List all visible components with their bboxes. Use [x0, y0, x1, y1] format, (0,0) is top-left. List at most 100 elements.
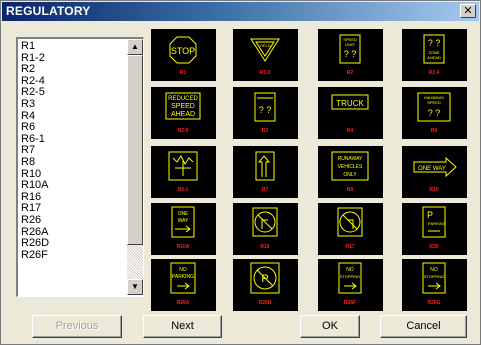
sign-listbox[interactable]: R1 R1-2 R2 R2-4 R2-5 R3 R4 R6 R6-1 R7 R8 R10 R10A R16…	[16, 37, 144, 297]
cancel-button[interactable]: Cancel	[380, 315, 467, 338]
sign-preview-icon: REDUCEDSPEEDAHEAD R2-5	[165, 92, 201, 134]
list-item[interactable]: R1	[20, 41, 128, 53]
sign-tile-arrow-up[interactable]: R7	[233, 146, 298, 198]
sign-caption: R26G	[427, 300, 440, 306]
sign-text: PARKING	[428, 221, 446, 226]
ok-button[interactable]: OK	[300, 315, 360, 338]
sign-tile-no-p[interactable]: P R26D	[233, 259, 298, 311]
sign-text: STOPPING	[424, 274, 445, 279]
list-item[interactable]: R26	[20, 214, 128, 227]
sign-tile-no-parking[interactable]: NO PARKING R26A	[151, 259, 216, 311]
sign-caption: R16	[260, 244, 269, 250]
sign-tile-truck[interactable]: TRUCK R4	[318, 87, 383, 139]
sign-caption: R4	[347, 128, 354, 134]
sign-tile-speed-limit[interactable]: SPEED LIMIT? ? R2	[318, 29, 383, 81]
scroll-thumb[interactable]	[127, 55, 143, 245]
list-item[interactable]: R6	[20, 122, 128, 134]
sign-tile-stopping-2[interactable]: NO STOPPING R26G	[402, 259, 467, 311]
sign-list[interactable]: R1 R1-2 R2 R2-4 R2-5 R3 R4 R6 R6-1 R7 R8 R10 R10A R16…	[20, 41, 128, 295]
sign-caption: R26D	[259, 300, 272, 306]
sign-preview-icon: RUNAWAY VEHICLES ONLY R8	[331, 151, 369, 193]
sign-text: REDUCED	[168, 96, 198, 102]
sign-preview-icon: NOPARKING R26A	[170, 262, 196, 306]
sign-text: AHEAD	[427, 55, 441, 60]
sign-tile-stopping[interactable]: NO STOPPING R26F	[318, 259, 383, 311]
list-item[interactable]: R3	[20, 98, 128, 111]
sign-text: AHEAD	[171, 111, 195, 118]
sign-tile-reduced[interactable]: REDUCED SPEED AHEAD R2-5	[151, 87, 216, 139]
sign-tile-runaway[interactable]: RUNAWAY VEHICLES ONLY R8	[318, 146, 383, 198]
sign-caption: R1-2	[260, 70, 271, 76]
sign-preview-icon: PPARKING R26	[422, 206, 446, 250]
sign-caption: R2-4	[429, 70, 440, 76]
sign-preview-icon: SPEEDLIMIT? ?R2	[339, 34, 361, 76]
sign-text: NO	[179, 267, 187, 273]
sign-tile-no-turn-2[interactable]: R17	[318, 203, 383, 255]
sign-text: NO	[346, 267, 354, 273]
sign-text: STOPPING	[340, 274, 361, 279]
sign-text: PARKING	[172, 274, 194, 280]
sign-tile-yield[interactable]: YIELD R1-2	[233, 29, 298, 81]
sign-preview-icon: ? ? R3	[254, 92, 276, 134]
sign-caption: R26F	[344, 300, 356, 306]
sign-caption: R2-5	[178, 128, 189, 134]
sign-preview-icon: STOP R1	[169, 36, 197, 76]
sign-tile-parking[interactable]: P PARKING R26	[402, 203, 467, 255]
sign-preview-icon: R16	[252, 207, 278, 250]
sign-caption: R26A	[177, 300, 190, 306]
sign-tile-no-turn-1[interactable]: R16	[233, 203, 298, 255]
list-scrollbar[interactable]: ▲ ▼	[127, 39, 143, 295]
scroll-up-button[interactable]: ▲	[127, 39, 143, 55]
next-button[interactable]: Next	[143, 315, 222, 338]
sign-preview-icon: MAXIMUMSPEED? ?R6	[417, 92, 451, 134]
sign-preview-icon: NOSTOPPING R26G	[422, 262, 446, 306]
sign-caption: R10A	[177, 244, 190, 250]
title-bar[interactable]: REGULATORY ✕	[2, 2, 479, 21]
list-item[interactable]: R26D	[20, 237, 128, 250]
sign-tile-one-way-arrow[interactable]: ONE WAY R10	[402, 146, 467, 198]
list-item[interactable]: R26F	[20, 249, 128, 262]
sign-text: LIMIT	[345, 42, 356, 47]
sign-preview-icon: PR26D	[250, 262, 280, 306]
sign-tile-speed-2[interactable]: ? ? R3	[233, 87, 298, 139]
sign-tile-graphic[interactable]: R6-1	[151, 146, 216, 198]
sign-preview-icon: TRUCK R4	[331, 94, 369, 134]
sign-caption: R26	[429, 244, 438, 250]
sign-caption: R17	[345, 244, 354, 250]
sign-caption: R6-1	[178, 187, 189, 193]
list-item[interactable]: R10A	[20, 180, 128, 192]
sign-caption: R1	[180, 70, 187, 76]
sign-text: ONE WAY	[418, 166, 446, 172]
sign-caption: R2	[347, 70, 354, 76]
sign-text: SPEED	[171, 103, 195, 110]
regulatory-dialog: REGULATORY ✕ R1 R1-2 R2 R2-4 R2-5 R3 R4 R6 R6-1 R…	[0, 0, 481, 345]
sign-preview-icon: ? ?ZONEAHEADR2-4	[423, 34, 445, 76]
sign-text: P	[427, 210, 433, 220]
list-item[interactable]: R7	[20, 145, 128, 157]
sign-preview-icon: R17	[337, 207, 363, 250]
sign-text: YIELD	[259, 43, 271, 48]
list-item[interactable]: R1-2	[20, 52, 128, 65]
sign-preview-icon: R7	[255, 151, 275, 193]
sign-preview-icon: ONE WAY R10	[413, 156, 457, 193]
sign-caption: R10	[429, 187, 438, 193]
previous-button[interactable]: Previous	[32, 315, 122, 338]
sign-tile-zone-ahead[interactable]: ? ? ZONE AHEAD R2-4	[402, 29, 467, 81]
sign-text: ONE	[178, 211, 190, 217]
sign-text: ONLY	[343, 172, 357, 178]
sign-caption: R7	[262, 187, 269, 193]
list-item[interactable]: R6-1	[20, 133, 128, 146]
sign-text: VEHICLES	[338, 164, 363, 170]
sign-tile-one-way[interactable]: ONE WAY R10A	[151, 203, 216, 255]
list-item[interactable]: R4	[20, 110, 128, 123]
list-item[interactable]: R8	[20, 156, 128, 169]
sign-tile-max-speed[interactable]: MAXIMUM SPEED? ? R6	[402, 87, 467, 139]
sign-preview-icon: YIELD R1-2	[250, 38, 280, 76]
scroll-down-button[interactable]: ▼	[127, 279, 143, 295]
sign-text: NO	[430, 267, 438, 273]
sign-tile-stop[interactable]: STOP R1	[151, 29, 216, 81]
close-button[interactable]: ✕	[460, 4, 476, 18]
sign-text: RUNAWAY	[338, 156, 363, 162]
list-item[interactable]: R2-5	[20, 87, 128, 99]
sign-caption: R8	[347, 187, 354, 193]
